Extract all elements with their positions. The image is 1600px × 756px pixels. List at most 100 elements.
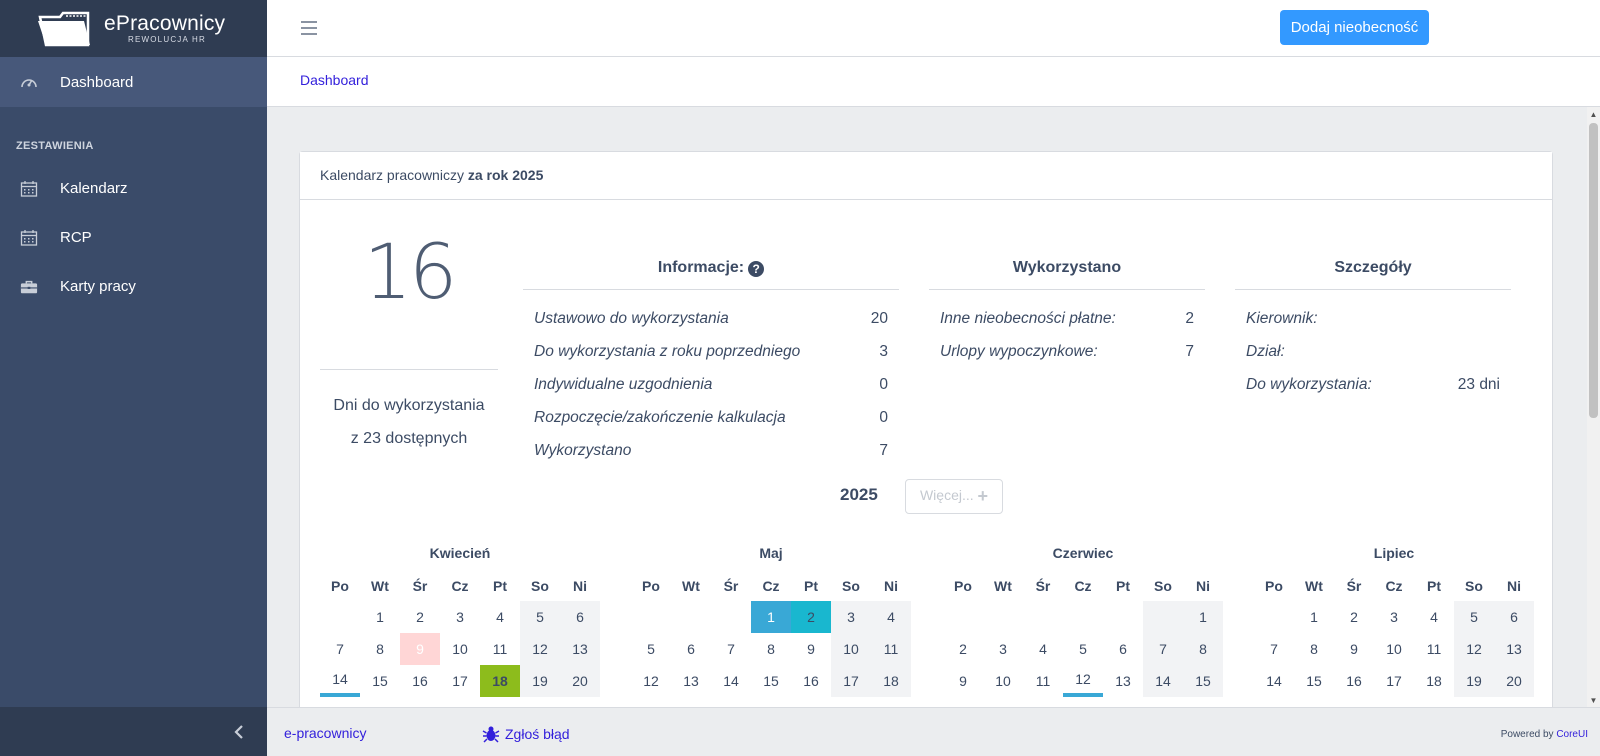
day-cell[interactable]: 4 [871, 601, 911, 633]
day-cell[interactable]: 18 [480, 665, 520, 697]
day-cell[interactable]: 10 [1374, 633, 1414, 665]
day-cell[interactable]: 13 [560, 633, 600, 665]
add-absence-button[interactable]: Dodaj nieobecność [1280, 10, 1429, 45]
question-circle-icon[interactable]: ? [748, 261, 765, 277]
day-cell[interactable]: 12 [1454, 633, 1494, 665]
day-cell[interactable]: 9 [400, 633, 440, 665]
day-cell[interactable]: 3 [831, 601, 871, 633]
details-row: Do wykorzystania: 23 dni [1235, 368, 1511, 401]
day-cell[interactable]: 4 [1023, 633, 1063, 665]
day-cell[interactable]: 15 [1183, 665, 1223, 697]
scroll-up-arrow-icon[interactable]: ▲ [1587, 107, 1600, 121]
day-cell[interactable]: 1 [1183, 601, 1223, 633]
day-cell[interactable]: 5 [631, 633, 671, 665]
day-cell[interactable]: 6 [671, 633, 711, 665]
sidebar-item-kalendarz[interactable]: Kalendarz [0, 164, 267, 213]
day-cell[interactable]: 19 [520, 665, 560, 697]
day-cell[interactable]: 12 [631, 665, 671, 697]
sidebar-item-dashboard[interactable]: Dashboard [0, 57, 267, 107]
used-row: Inne nieobecności płatne: 2 [929, 302, 1205, 335]
day-cell[interactable]: 1 [1294, 601, 1334, 633]
day-cell[interactable]: 16 [400, 665, 440, 697]
day-cell[interactable]: 10 [440, 633, 480, 665]
day-cell[interactable]: 6 [560, 601, 600, 633]
day-cell[interactable]: 18 [1414, 665, 1454, 697]
day-cell[interactable]: 2 [400, 601, 440, 633]
sidebar-item-label: Kalendarz [60, 180, 128, 197]
weekday-header: Ni [884, 578, 898, 594]
hamburger-menu-icon[interactable] [301, 21, 317, 35]
day-cell[interactable]: 11 [1023, 665, 1063, 697]
scroll-down-arrow-icon[interactable]: ▼ [1587, 693, 1600, 707]
day-cell[interactable]: 16 [791, 665, 831, 697]
day-cell[interactable]: 6 [1494, 601, 1534, 633]
day-cell[interactable]: 19 [1454, 665, 1494, 697]
scrollbar-thumb[interactable] [1589, 123, 1598, 418]
day-cell[interactable]: 2 [791, 601, 831, 633]
day-cell[interactable]: 3 [1374, 601, 1414, 633]
day-cell[interactable]: 9 [1334, 633, 1374, 665]
day-cell[interactable]: 20 [1494, 665, 1534, 697]
weekday-header: Po [954, 578, 972, 594]
day-cell[interactable]: 12 [1063, 665, 1103, 697]
day-cell[interactable]: 20 [560, 665, 600, 697]
footer-link-epracownicy[interactable]: e-pracownicy [284, 725, 366, 741]
day-cell[interactable]: 10 [831, 633, 871, 665]
weekday-header: Pt [1427, 578, 1441, 594]
sidebar-item-karty-pracy[interactable]: Karty pracy [0, 262, 267, 311]
day-cell[interactable]: 2 [1334, 601, 1374, 633]
day-cell[interactable]: 17 [831, 665, 871, 697]
day-cell[interactable]: 8 [751, 633, 791, 665]
day-cell[interactable]: 9 [791, 633, 831, 665]
day-cell[interactable]: 1 [751, 601, 791, 633]
day-cell[interactable]: 15 [1294, 665, 1334, 697]
more-button[interactable]: Więcej... + [905, 479, 1003, 514]
day-cell[interactable]: 10 [983, 665, 1023, 697]
more-button-label: Więcej... [919, 487, 974, 503]
day-cell[interactable]: 8 [360, 633, 400, 665]
day-cell[interactable]: 3 [440, 601, 480, 633]
day-cell[interactable]: 16 [1334, 665, 1374, 697]
sidebar-minimizer[interactable] [0, 707, 267, 756]
day-cell[interactable]: 4 [480, 601, 520, 633]
day-cell[interactable]: 17 [1374, 665, 1414, 697]
day-cell[interactable]: 6 [1103, 633, 1143, 665]
day-cell[interactable]: 18 [871, 665, 911, 697]
day-cell[interactable]: 5 [1454, 601, 1494, 633]
day-cell[interactable]: 15 [751, 665, 791, 697]
day-cell[interactable]: 8 [1183, 633, 1223, 665]
day-cell[interactable]: 13 [1494, 633, 1534, 665]
day-cell[interactable]: 11 [871, 633, 911, 665]
info-row: Indywidualne uzgodnienia 0 [523, 368, 899, 401]
day-cell[interactable]: 14 [1143, 665, 1183, 697]
weekday-header: Ni [1507, 578, 1521, 594]
brand[interactable]: ePracownicy REWOLUCJA HR [0, 0, 267, 57]
breadcrumb[interactable]: Dashboard [300, 72, 369, 88]
day-cell[interactable]: 14 [711, 665, 751, 697]
coreui-link[interactable]: CoreUI [1556, 729, 1588, 740]
day-cell[interactable]: 14 [320, 665, 360, 697]
day-cell[interactable]: 5 [520, 601, 560, 633]
day-cell[interactable]: 7 [711, 633, 751, 665]
day-cell[interactable]: 13 [1103, 665, 1143, 697]
report-bug-link[interactable]: Zgłoś błąd [482, 725, 570, 743]
day-cell[interactable]: 4 [1414, 601, 1454, 633]
scrollbar[interactable]: ▲ ▼ [1587, 107, 1600, 707]
day-cell[interactable]: 11 [480, 633, 520, 665]
day-cell[interactable]: 13 [671, 665, 711, 697]
day-cell[interactable]: 15 [360, 665, 400, 697]
day-cell[interactable]: 3 [983, 633, 1023, 665]
day-cell[interactable]: 8 [1294, 633, 1334, 665]
day-cell[interactable]: 11 [1414, 633, 1454, 665]
day-cell[interactable]: 2 [943, 633, 983, 665]
day-cell[interactable]: 17 [440, 665, 480, 697]
sidebar-item-rcp[interactable]: RCP [0, 213, 267, 262]
day-cell[interactable]: 7 [1143, 633, 1183, 665]
day-cell[interactable]: 12 [520, 633, 560, 665]
day-cell[interactable]: 9 [943, 665, 983, 697]
day-cell[interactable]: 7 [1254, 633, 1294, 665]
day-cell[interactable]: 1 [360, 601, 400, 633]
day-cell[interactable]: 14 [1254, 665, 1294, 697]
day-cell[interactable]: 7 [320, 633, 360, 665]
day-cell[interactable]: 5 [1063, 633, 1103, 665]
